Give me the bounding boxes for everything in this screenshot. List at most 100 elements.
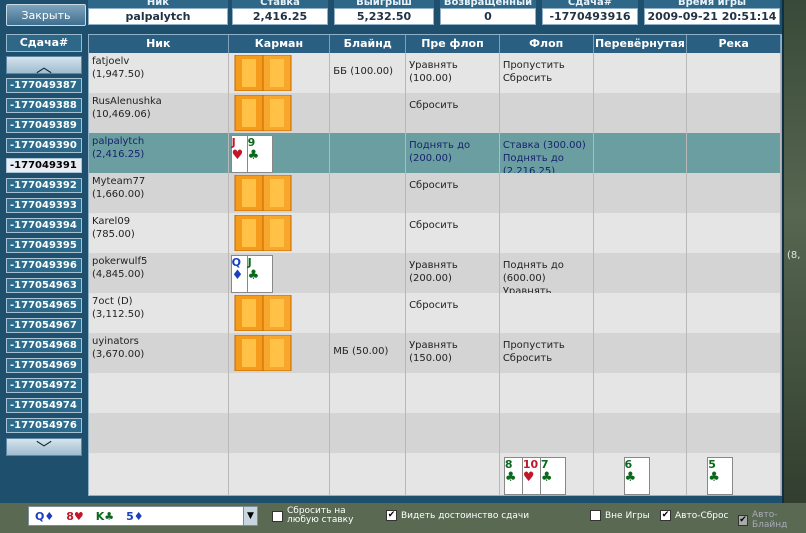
hand-list-item[interactable]: -177049394 [6,218,82,233]
table-row[interactable]: fatjoelv (1,947.50) ББ (100.00) Уравнять (1… [89,53,781,93]
player-nick: Karel09 [92,216,131,227]
header-field-value: 5,232.50 [334,8,434,25]
hand-list-item[interactable]: -177054965 [6,298,82,313]
river-cell [687,253,781,293]
sit-out-option[interactable]: Вне Игры [590,510,650,521]
river-cell [687,53,781,93]
header-field: Сдача# -1770493916 [542,0,638,26]
turn-cell [594,93,688,133]
river-cell [687,293,781,333]
table-row[interactable]: Myteam77 (1,660.00) Сбросить [89,173,781,213]
pocket-cards: J ♥ 9 ♣ [229,133,331,173]
hole-cards-select[interactable]: Q♦ 8♥ K♣ 5♦ ▼ [28,506,258,526]
table-row[interactable]: Karel09 (785.00) Сбросить [89,213,781,253]
flop-cell [500,213,594,253]
player-stack: (4,845.00) [92,269,145,280]
hand-list-item[interactable]: -177054968 [6,338,82,353]
chevron-down-icon: ﹀ [35,439,52,458]
card-q-diamonds: Q♦ [35,509,55,523]
background-number: (8, [787,250,801,261]
pocket-cards [229,333,331,373]
club-icon: ♣ [540,470,553,485]
hand-list-item[interactable]: -177049393 [6,198,82,213]
blind-cell [330,173,407,213]
scroll-up-button[interactable]: ︿ [6,56,82,76]
column-header: Пре флоп [406,35,500,53]
hand-list-item[interactable]: -177049388 [6,98,82,113]
table-row[interactable]: 7oct (D) (3,112.50) Сбросить [89,293,781,333]
player-stack: (2,416.25) [92,149,145,160]
table-row [89,413,781,453]
player-stack: (3,670.00) [92,349,145,360]
fold-any-bet-label: Сбросить на любую ставку [287,506,354,525]
turn-cell [594,213,688,253]
show-hand-value-checkbox[interactable]: ✔ [386,510,397,521]
fold-any-bet-checkbox[interactable] [272,510,283,522]
blind-cell: ББ (100.00) [330,53,407,93]
hand-list-item[interactable]: -177054972 [6,378,82,393]
column-header: Перевёрнутая [594,35,688,53]
hand-list-item[interactable]: -177049392 [6,178,82,193]
column-header: Флоп [500,35,594,53]
hand-list-item[interactable]: -177054967 [6,318,82,333]
fold-any-bet-option[interactable]: Сбросить на любую ставку [272,507,371,525]
hand-list-item[interactable]: -177054969 [6,358,82,373]
hand-list-item[interactable]: -177049396 [6,258,82,273]
auto-blind-option[interactable]: ✔ Авто-Блайнд [738,510,806,530]
blind-cell [330,213,407,253]
header-field-title: Ставка [232,0,328,8]
preflop-cell: Поднять до (200.00) [406,133,500,173]
show-hand-value-option[interactable]: ✔ Видеть достоинство сдачи [386,510,529,521]
player-stack: (1,660.00) [92,189,145,200]
blind-cell [330,93,407,133]
preflop-cell: Уравнять (150.00) [406,333,500,373]
header-field-value: 2,416.25 [232,8,328,25]
hand-list-item[interactable]: -177049391 [6,158,82,173]
river-cell [687,333,781,373]
header-field-value: -1770493916 [542,8,638,25]
scroll-down-button[interactable]: ﹀ [6,438,82,458]
flop-cell [500,173,594,213]
turn-cell [594,53,688,93]
chevron-down-icon[interactable]: ▼ [243,507,257,525]
pocket-cards [229,293,331,333]
card-back-icon [234,335,292,371]
turn-cell [594,133,688,173]
hand-list-item[interactable]: -177049389 [6,118,82,133]
hand-list-item[interactable]: -177054963 [6,278,82,293]
header-field: Ставка 2,416.25 [232,0,328,26]
blind-cell [330,293,407,333]
close-button[interactable]: Закрыть [6,4,86,26]
table-row[interactable]: palpalytch (2,416.25) J ♥ 9 ♣ Поднять до (200.… [89,133,781,173]
turn-cell [594,253,688,293]
table-row[interactable]: RusAlenushka (10,469.06) Сбросить [89,93,781,133]
river-cell [687,93,781,133]
header-field-value: palpalytch [88,8,228,25]
column-header: Карман [229,35,331,53]
hand-list-item[interactable]: -177049390 [6,138,82,153]
hand-list-item[interactable]: -177054974 [6,398,82,413]
header-field-title: Сдача# [542,0,638,8]
auto-fold-checkbox[interactable]: ✔ [660,510,671,521]
club-icon: ♣ [708,470,720,485]
hand-list-item[interactable]: -177049387 [6,78,82,93]
background-panel: (8, [784,0,806,533]
auto-fold-option[interactable]: ✔ Авто-Сброс [660,510,728,521]
sit-out-checkbox[interactable] [590,510,601,521]
header-field-value: 0 [440,8,536,25]
club-icon: ♣ [504,470,517,485]
hand-list-item[interactable]: -177054976 [6,418,82,433]
table-row[interactable]: pokerwulf5 (4,845.00) Q ♦ J ♣ Уравнять (200.00… [89,253,781,293]
header-field: Выигрыш 5,232.50 [334,0,434,26]
header-field: Ник palpalytch [88,0,228,26]
player-nick: palpalytch [92,136,145,147]
player-nick: RusAlenushka [92,96,162,107]
player-nick: Myteam77 [92,176,146,187]
column-header: Река [687,35,781,53]
chevron-up-icon: ︿ [35,57,52,76]
pocket-cards: Q ♦ J ♣ [229,253,331,293]
hand-list-item[interactable]: -177049395 [6,238,82,253]
auto-blind-checkbox[interactable]: ✔ [738,514,748,526]
player-stack: (1,947.50) [92,69,145,80]
table-row[interactable]: uyinators (3,670.00) МБ (50.00) Уравнять (1… [89,333,781,373]
